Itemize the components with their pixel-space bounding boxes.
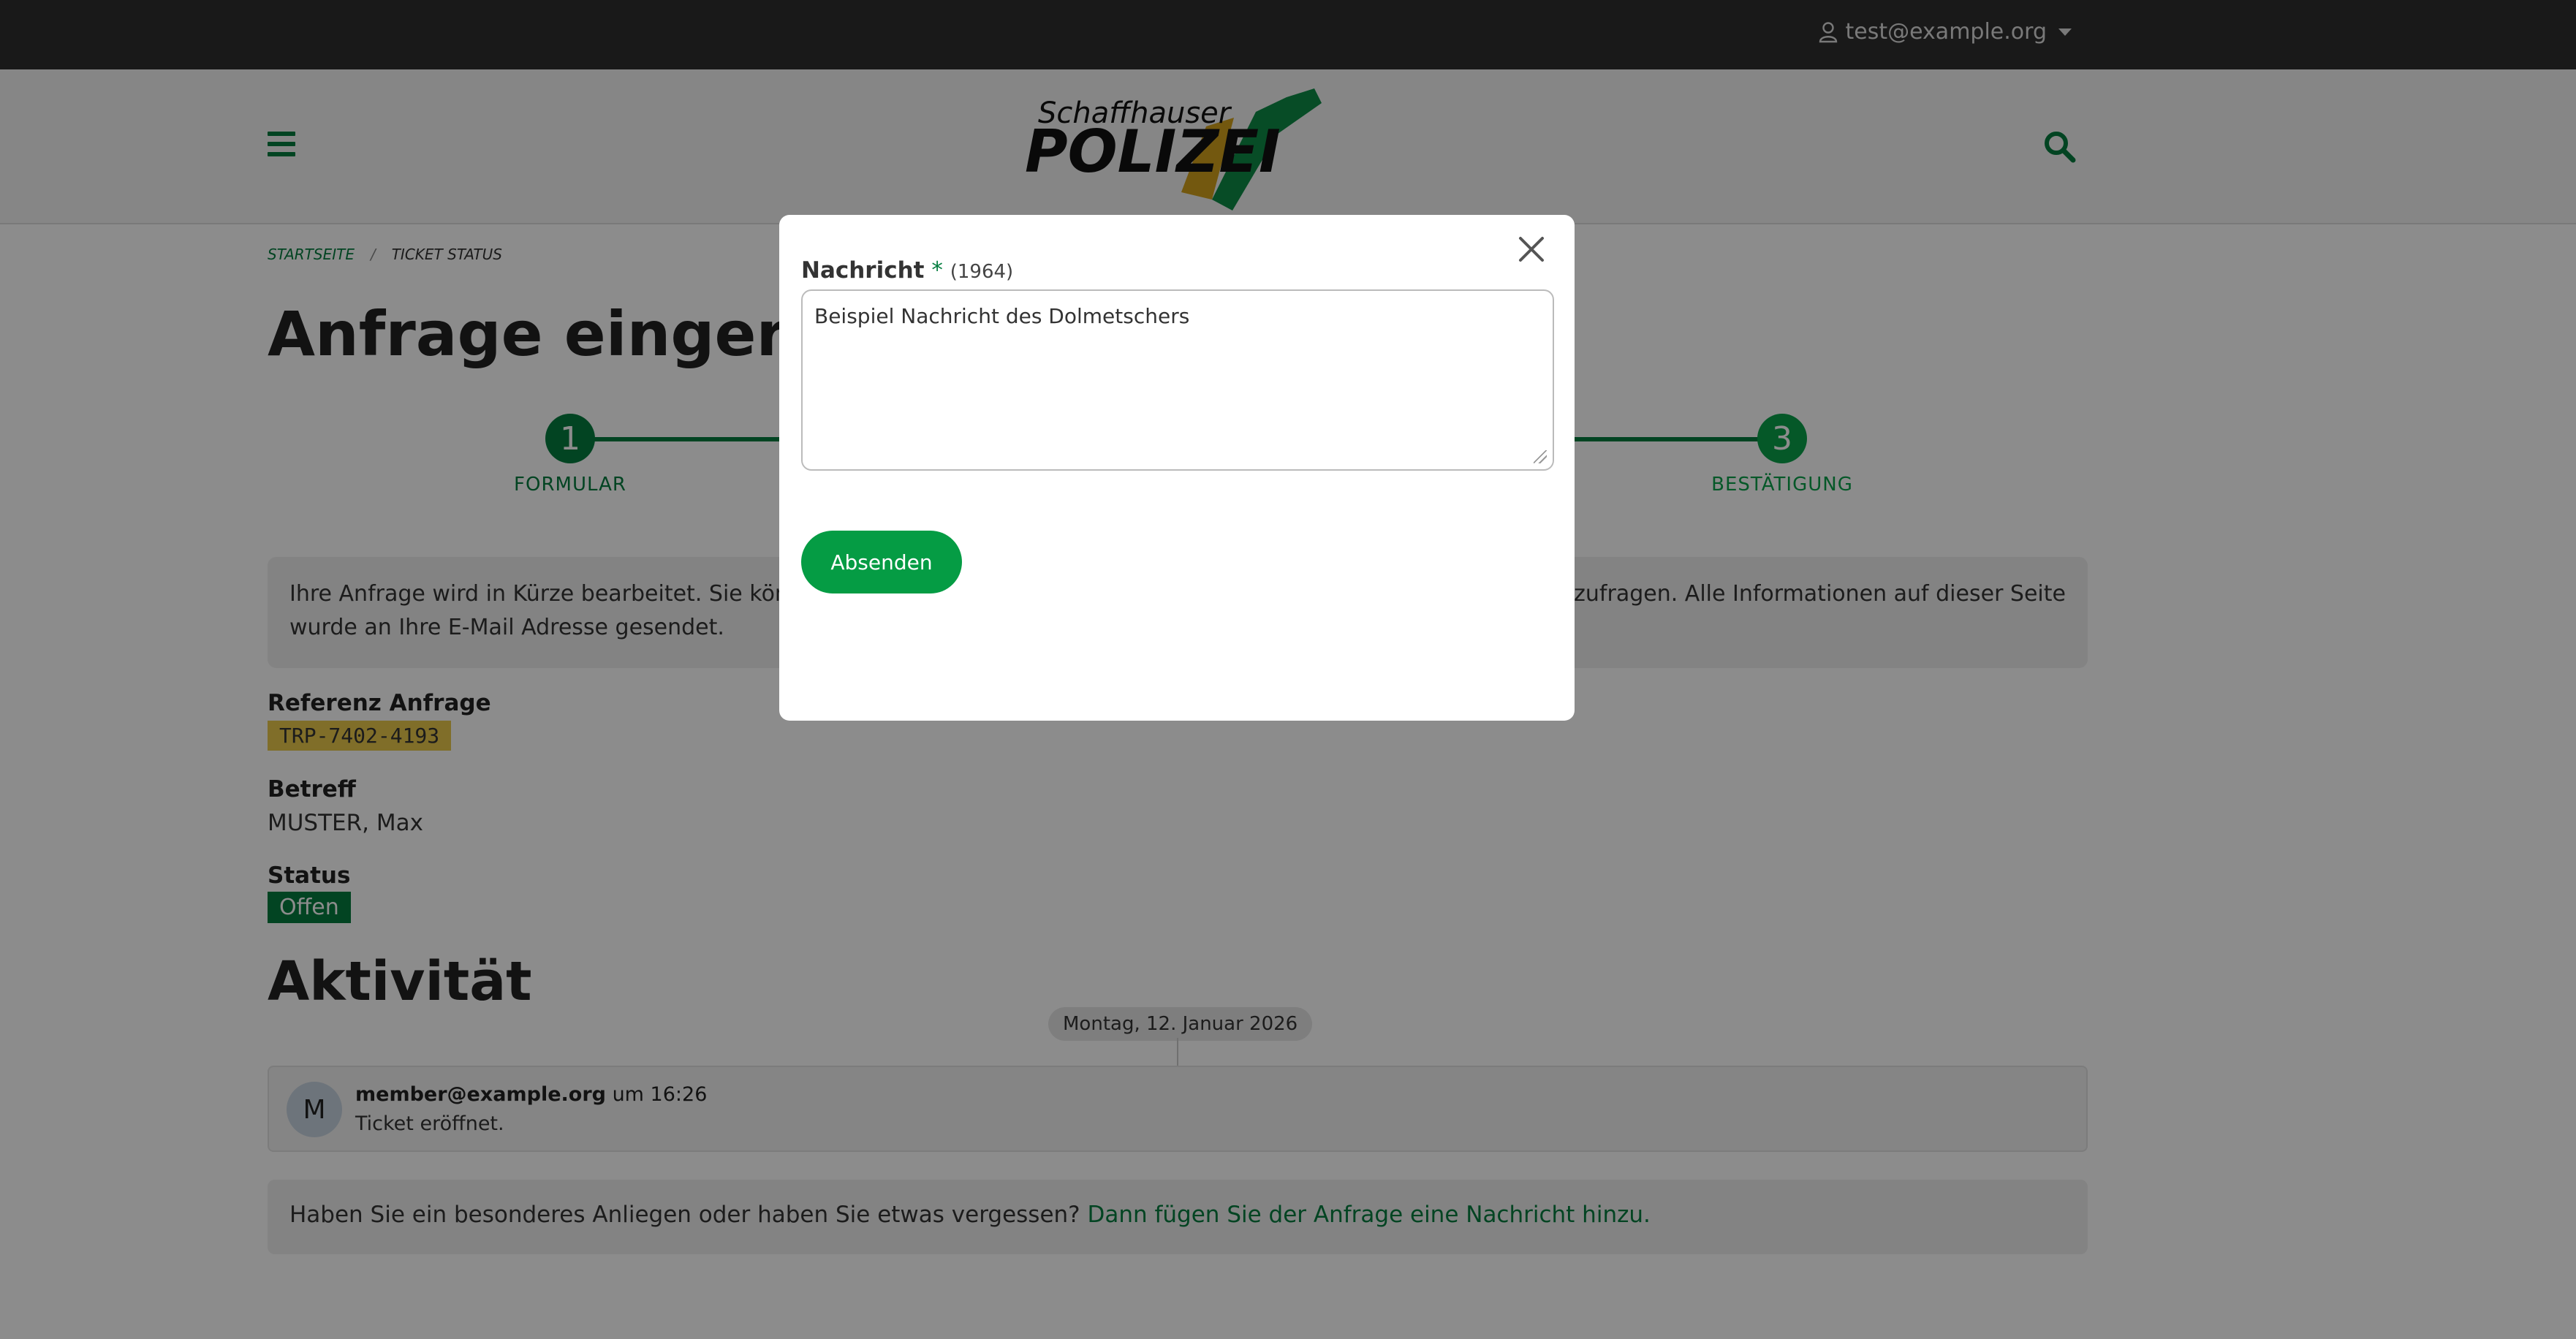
message-label: Nachricht * (1964) xyxy=(801,257,1013,284)
message-text: Beispiel Nachricht des Dolmetschers xyxy=(814,304,1190,328)
required-marker: * xyxy=(931,257,943,284)
char-count: (1964) xyxy=(950,261,1014,283)
resize-handle[interactable] xyxy=(1534,450,1547,463)
close-icon[interactable] xyxy=(1513,231,1550,268)
message-textarea[interactable]: Beispiel Nachricht des Dolmetschers xyxy=(801,289,1554,471)
submit-button[interactable]: Absenden xyxy=(801,531,962,593)
message-label-text: Nachricht xyxy=(801,257,925,284)
message-modal: Nachricht * (1964) Beispiel Nachricht de… xyxy=(779,215,1575,721)
